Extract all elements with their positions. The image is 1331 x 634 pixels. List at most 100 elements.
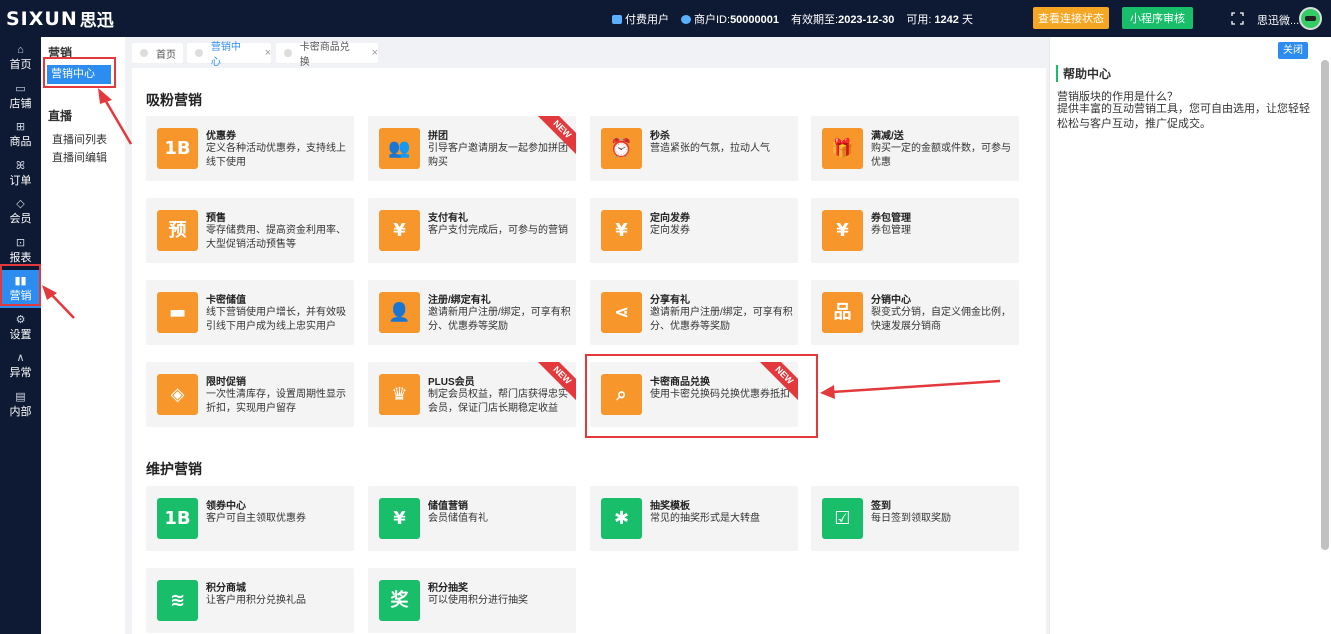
view-connection-status-button[interactable]: 查看连接状态 [1033,7,1109,29]
highlight-box-card-redeem [585,354,818,438]
sidebar-item-gift[interactable]: ⊞ 商品 [0,116,41,154]
subnav-group-live: 直播 [48,109,73,123]
main-sidebar: ⌂ 首页 ▭ 店铺 ⊞ 商品 ꕤ 订单 ◇ 会员 ⊡ 报表 ▮▮ 营销 ⚙ 设置 ∧ 异常 ▤ 内部 [0,37,41,634]
close-help-button[interactable]: 关闭 [1278,42,1308,59]
marketing-card[interactable]: ¥ 券包管理 券包管理 [811,198,1019,263]
tab-card-redeem[interactable]: 卡密商品兑换 × [276,42,378,68]
section-title-attract: 吸粉营销 [146,92,202,108]
sidebar-item-exception[interactable]: ∧ 异常 [0,347,41,385]
icon-glyph: 🎁 [831,137,854,159]
marketing-card[interactable]: 品 分销中心 裂变式分销，自定义佣金比例，快速发展分销商 [811,280,1019,345]
avatar[interactable] [1299,7,1322,30]
marketing-card[interactable]: ¥ 储值营销 会员储值有礼 [368,486,576,551]
marketing-card[interactable]: ✱ 抽奖模板 常见的抽奖形式是大转盘 [590,486,798,551]
marketing-card[interactable]: ⏰ 秒杀 营造紧张的气氛，拉动人气 [590,116,798,181]
marketing-card[interactable]: ▬ 卡密储值 线下营销使用户增长，并有效吸引线下用户成为线上忠实用户 [146,280,354,345]
icon-glyph: ¥ [836,219,849,241]
merchant-icon [681,14,691,24]
tab-home[interactable]: 首页 [132,43,183,63]
icon-glyph: 预 [168,219,187,241]
available-days-label: 可用: [906,13,932,26]
marketing-card[interactable]: ◈ 限时促销 一次性清库存，设置周期性显示折扣，实现用户留存 [146,362,354,427]
marketing-card[interactable]: 👤 注册/绑定有礼 邀请新用户注册/绑定，可享有积分、优惠券等奖励 [368,280,576,345]
tab-dot [284,49,292,57]
help-answer: 提供丰富的互动营销工具，您可自由选用，让您轻轻松松与客户互动，推广促成交。 [1057,103,1310,130]
card-description: 让客户用积分兑换礼品 [206,595,306,606]
settings-icon: ⚙ [15,313,26,326]
marketing-card[interactable]: ¥ 定向发券 定向发券 [590,198,798,263]
sidebar-item-store[interactable]: ▭ 店铺 [0,78,41,116]
home-icon: ⌂ [17,44,24,56]
marketing-card[interactable]: 🎁 满减/送 购买一定的金额或件数，可参与优惠 [811,116,1019,181]
card-description: 营造紧张的气氛，拉动人气 [650,143,770,154]
icon-glyph: ≋ [169,589,186,611]
subnav-item-live-list[interactable]: 直播间列表 [52,131,107,147]
sidebar-item-internal[interactable]: ▤ 内部 [0,386,41,424]
gift-icon: ⊞ [15,121,26,133]
report-icon: ⊡ [15,236,26,249]
marketing-card[interactable]: 👥 拼团 引导客户邀请朋友一起参加拼团购买 NEW [368,116,576,181]
coupon-center-icon: 1B [157,498,198,539]
marketing-card[interactable]: ¥ 支付有礼 客户支付完成后，可参与的营销 [368,198,576,263]
highlight-box-subnav [43,57,116,88]
card-description: 定向发券 [650,225,690,236]
fullscreen-icon[interactable] [1231,12,1244,25]
sidebar-item-home[interactable]: ⌂ 首页 [0,39,41,77]
alarm-clock-icon: ⏰ [601,128,642,169]
user-type: 付费用户 [612,11,669,27]
tab-marketing-center[interactable]: 营销中心 × [187,42,271,68]
merchant-id: 商户ID:50000001 [681,11,779,27]
sidebar-item-member[interactable]: ◇ 会员 [0,193,41,231]
marketing-card[interactable]: 1B 领券中心 客户可自主领取优惠券 [146,486,354,551]
valid-until: 有效期至:2023-12-30 [791,11,894,27]
sidebar-item-settings[interactable]: ⚙ 设置 [0,309,41,347]
card-title: 签到 [871,501,891,512]
card-description: 会员储值有礼 [428,513,488,524]
sidebar-item-order[interactable]: ꕤ 订单 [0,155,41,193]
available-days-unit: 天 [961,13,973,26]
available-days: 可用: 1242 天 [906,11,973,27]
pay-gift-icon: ¥ [379,210,420,251]
icon-glyph: ⋖ [613,301,630,323]
card-title: 券包管理 [871,213,911,224]
card-title: 积分商城 [206,583,246,594]
group-buy-icon: 👥 [379,128,420,169]
marketing-card[interactable]: 奖 积分抽奖 可以使用积分进行抽奖 [368,568,576,633]
card-title: PLUS会员 [428,377,475,388]
icon-glyph: ☑ [834,507,851,529]
icon-glyph: 👤 [388,301,411,323]
merchant-id-value: 50000001 [730,13,780,26]
wheel-icon: ✱ [601,498,642,539]
marketing-card[interactable]: ☑ 签到 每日签到领取奖励 [811,486,1019,551]
sidebar-item-label: 首页 [9,59,32,71]
close-icon[interactable]: × [372,47,378,59]
marketing-card[interactable]: ≋ 积分商城 让客户用积分兑换礼品 [146,568,354,633]
distribution-icon: 品 [822,292,863,333]
sidebar-item-label: 订单 [9,174,32,187]
vip-icon [612,14,622,24]
tab-dot [195,49,203,57]
card-title: 限时促销 [206,377,246,388]
marketing-card[interactable]: 预 预售 零存储费用、提高资金利用率、大型促销活动预售等 [146,198,354,263]
miniprogram-audit-button[interactable]: 小程序审核 [1122,7,1193,29]
brand-logo-en: SIXUN [6,7,78,30]
subnav-item-live-edit[interactable]: 直播间编辑 [52,149,107,165]
share-icon: ⋖ [601,292,642,333]
marketing-card[interactable]: ⋖ 分享有礼 邀请新用户注册/绑定，可享有积分、优惠券等奖励 [590,280,798,345]
highlight-box-marketing [0,264,41,306]
card-description: 零存储费用、提高资金利用率、大型促销活动预售等 [206,225,346,250]
card-title: 支付有礼 [428,213,468,224]
close-icon[interactable]: × [265,47,271,59]
marketing-card[interactable]: ♛ PLUS会员 制定会员权益，帮门店获得忠实会员，保证门店长期稳定收益 NEW [368,362,576,427]
sidebar-item-label: 商品 [9,136,32,148]
tab-label: 营销中心 [210,42,241,68]
card-description: 裂变式分销，自定义佣金比例，快速发展分销商 [871,307,1011,332]
user-name[interactable]: 思迅微... [1257,12,1299,28]
brand-logo-cn: 思迅 [79,11,114,31]
scrollbar[interactable] [1321,60,1329,550]
brand-logo[interactable]: SIXUN 思迅 [0,6,130,32]
icon-glyph: 👥 [388,137,411,159]
marketing-card[interactable]: 1B 优惠券 定义各种活动优惠券，支持线上线下使用 [146,116,354,181]
card-description: 可以使用积分进行抽奖 [428,595,528,606]
marketing-panel: 吸粉营销 维护营销 1B 优惠券 定义各种活动优惠券，支持线上线下使用 👥 拼团 引导客户… [132,68,1046,634]
